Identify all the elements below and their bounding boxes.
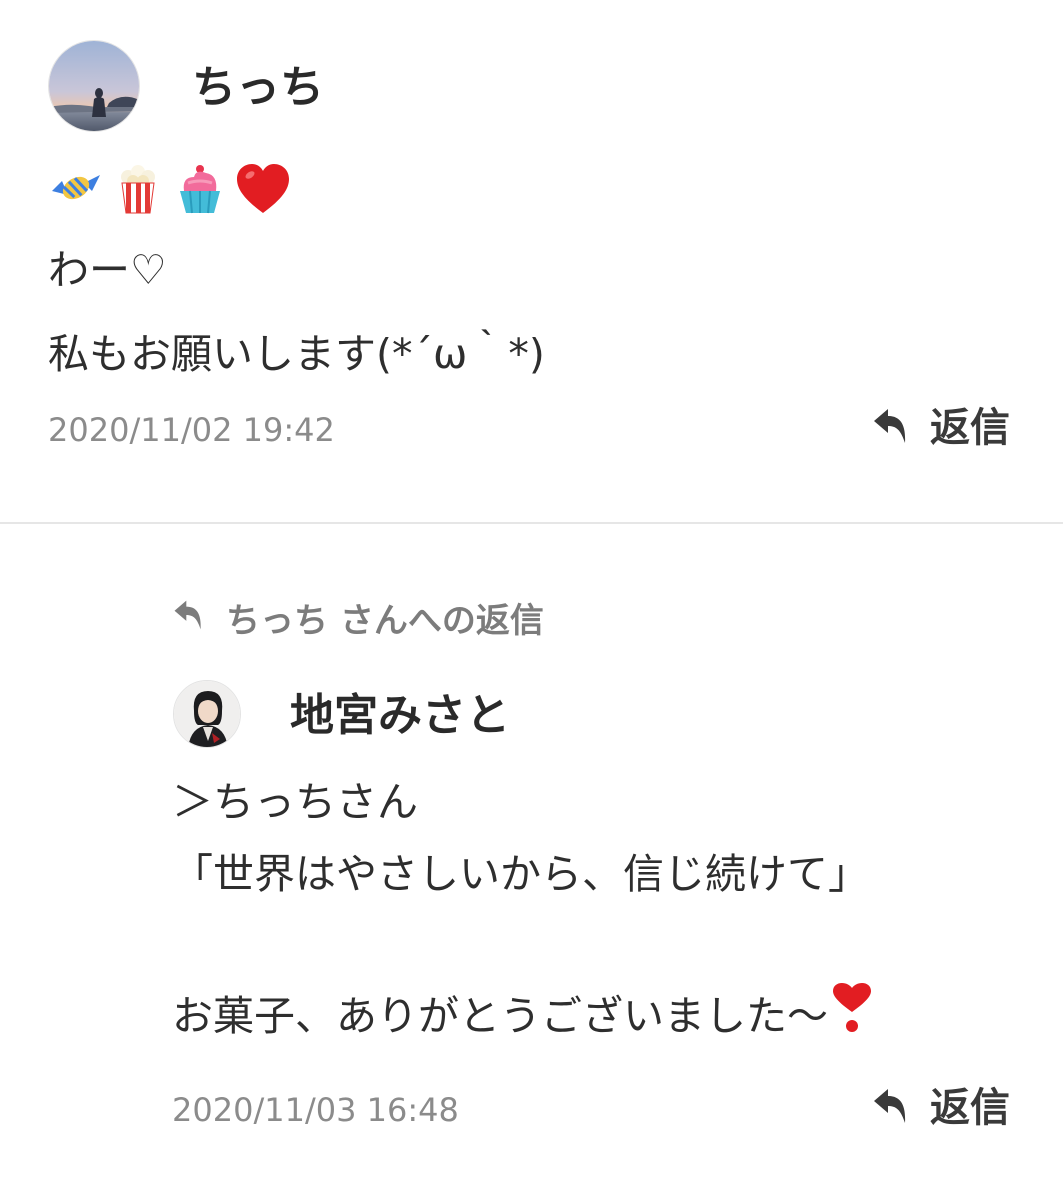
comment-text: お菓子、ありがとうございました〜	[172, 992, 828, 1040]
heavy-exclamation-heart-emoji	[830, 982, 874, 1050]
user-avatar-portrait-icon	[174, 681, 240, 747]
reply-button[interactable]: 返信	[872, 1078, 1010, 1138]
username[interactable]: ちっち	[192, 58, 324, 118]
comment-text-line-with-emoji: お菓子、ありがとうございました〜	[172, 982, 874, 1050]
user-avatar-beach-icon	[49, 41, 139, 131]
popcorn-emoji	[110, 161, 166, 221]
divider	[0, 522, 1063, 524]
timestamp: 2020/11/03 16:48	[172, 1091, 459, 1129]
reply-arrow-icon	[172, 599, 204, 635]
reply-label: 返信	[930, 1085, 1010, 1131]
comment-text-line: ＞ちっちさん	[172, 778, 418, 826]
candy-emoji	[48, 161, 104, 221]
timestamp: 2020/11/02 19:42	[48, 411, 335, 449]
comment-text-line: 「世界はやさしいから、信じ続けて」	[172, 850, 869, 898]
reply-to-indicator[interactable]: ちっち さんへの返信	[172, 592, 544, 642]
emoji-row	[48, 162, 292, 220]
reply-arrow-icon	[872, 407, 908, 449]
reply-arrow-icon	[872, 1087, 908, 1129]
avatar[interactable]	[48, 40, 140, 132]
comment-text-line: わー♡	[48, 246, 167, 294]
reply-label: 返信	[930, 405, 1010, 451]
red-heart-emoji	[234, 161, 292, 221]
comment-text-line: 私もお願いします(*´ω｀*)	[48, 330, 545, 378]
reply-to-label: ちっち さんへの返信	[226, 600, 544, 641]
avatar[interactable]	[173, 680, 241, 748]
username[interactable]: 地宮みさと	[290, 686, 510, 746]
cupcake-emoji	[172, 161, 228, 221]
reply-button[interactable]: 返信	[872, 398, 1010, 458]
